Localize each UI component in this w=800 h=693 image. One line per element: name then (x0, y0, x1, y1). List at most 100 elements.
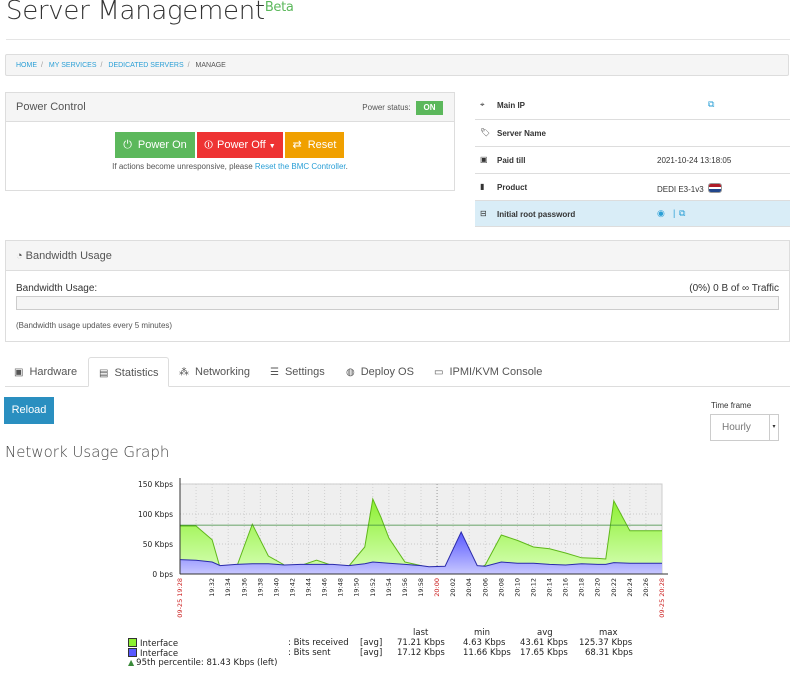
tab-settings[interactable]: ☰ Settings (270, 357, 325, 387)
x-tick-label: 19:32 (208, 578, 216, 597)
x-end-label: 09-25 20:28 (658, 578, 666, 618)
legend-col-min: min (474, 628, 491, 638)
x-tick-label: 19:40 (272, 578, 280, 597)
page-title: Server ManagementBeta (6, 0, 294, 26)
tab-networking[interactable]: ⁂ Networking (179, 357, 250, 387)
legend-col-last: last (413, 628, 429, 638)
x-tick-label: 20:18 (578, 578, 586, 597)
tab-deploy-os[interactable]: ◍ Deploy OS (346, 357, 414, 387)
bandwidth-note: (Bandwidth usage updates every 5 minutes… (16, 321, 173, 330)
breadcrumb-home[interactable]: HOME (16, 62, 37, 69)
x-tick-label: 20:02 (449, 578, 457, 597)
x-tick-label: 20:08 (497, 578, 505, 597)
legend-min-received: 4.63 Kbps (463, 638, 506, 648)
bandwidth-summary: (0%) 0 B of ∞ Traffic (689, 283, 779, 294)
triangle-icon: ▲ (128, 658, 135, 667)
x-tick-label: 19:52 (369, 578, 377, 597)
tab-hardware[interactable]: ▣ Hardware (14, 357, 77, 387)
legend-min-sent: 11.66 Kbps (463, 648, 511, 658)
bandwidth-title: Bandwidth Usage (25, 250, 112, 262)
legend-agg-sent: [avg] (360, 648, 383, 658)
select-arrow-icon: ▾ (769, 415, 778, 440)
network-icon: ⁂ (179, 367, 189, 378)
paid-till-value: 2021-10-24 13:18:05 (657, 156, 732, 165)
power-control-title: Power Control (16, 101, 86, 113)
x-tick-label: 20:06 (481, 578, 489, 597)
tag-icon: 🏷 (480, 128, 491, 137)
crosshair-icon: ⌖ (480, 100, 485, 109)
power-off-button[interactable]: ⏼ Power Off ▼ (197, 132, 283, 158)
power-status-label: Power status: (362, 103, 411, 112)
x-tick-label: 20:24 (626, 578, 634, 597)
reload-button[interactable]: Reload (4, 397, 54, 424)
legend-last-sent: 17.12 Kbps (397, 648, 445, 658)
x-tick-label: 19:54 (385, 578, 393, 597)
tab-ipmi-kvm-console[interactable]: ▭ IPMI/KVM Console (434, 357, 542, 387)
legend-percentile: ▲ 95th percentile: 81.43 Kbps (left) (128, 658, 278, 668)
bandwidth-header: ◔ Bandwidth Usage (6, 241, 789, 271)
reset-bmc-link[interactable]: Reset the BMC Controller (255, 162, 346, 171)
network-usage-chart: 0 bps 50 Kbps 100 Kbps 150 Kbps 09-25 19:28 1… (138, 478, 668, 618)
breadcrumb-current: MANAGE (195, 62, 226, 69)
x-tick-label: 20:14 (546, 578, 554, 597)
power-icon: ⏻ (123, 139, 132, 151)
product-label: Product (497, 183, 528, 192)
x-tick-label: 19:46 (321, 578, 329, 597)
copy-password-icon[interactable]: ⧉ (679, 208, 685, 219)
bandwidth-panel: ◔ Bandwidth Usage Bandwidth Usage: (0%) 0… (5, 240, 790, 342)
server-icon: ▮ (480, 182, 485, 191)
product-value: DEDI E3-1v3 (657, 183, 722, 194)
legend-avg-received: 43.61 Kbps (520, 638, 568, 648)
x-tick-label: 19:44 (305, 578, 313, 597)
main-ip-value (657, 100, 703, 109)
main-ip-row: ⌖ Main IP ⧉ (475, 92, 790, 119)
reset-button[interactable]: ⇄ Reset (285, 132, 344, 158)
y-tick-label: 100 Kbps (138, 510, 173, 519)
legend-desc-received: : Bits received (288, 638, 349, 648)
keypad-icon: ⊟ (480, 209, 487, 218)
y-tick-label: 150 Kbps (138, 480, 173, 489)
root-password-row: ⊟ Initial root password ◉ | ⧉ (475, 200, 790, 227)
legend-col-max: max (599, 628, 618, 638)
power-note: If actions become unresponsive, please R… (112, 162, 348, 171)
x-tick-label: 20:26 (642, 578, 650, 597)
root-password-label: Initial root password (497, 210, 576, 219)
globe-icon: ◍ (346, 367, 355, 378)
server-name-row: 🏷 Server Name (475, 119, 790, 146)
product-row: ▮ Product DEDI E3-1v3 (475, 173, 790, 200)
x-tick-label: 19:36 (240, 578, 248, 597)
tab-statistics[interactable]: ▤ Statistics (88, 357, 170, 387)
y-tick-label: 0 bps (152, 570, 173, 579)
power-on-button[interactable]: ⏻ Power On (115, 132, 195, 158)
x-tick-label: 20:12 (529, 578, 537, 597)
legend-swatch-received (128, 638, 137, 647)
divider (6, 39, 790, 40)
legend-desc-sent: : Bits sent (288, 648, 331, 658)
separator: | (673, 208, 676, 218)
legend-last-received: 71.21 Kbps (397, 638, 445, 648)
x-tick-label: 19:38 (256, 578, 264, 597)
breadcrumb: HOME / MY SERVICES / DEDICATED SERVERS / MA… (5, 54, 789, 76)
eye-icon[interactable]: ◉ (657, 208, 665, 219)
x-tick-label: 20:20 (594, 578, 602, 597)
x-tick-label: 19:42 (288, 578, 296, 597)
main-ip-label: Main IP (497, 101, 526, 110)
legend-avg-sent: 17.65 Kbps (520, 648, 568, 658)
timeframe-label: Time frame (711, 401, 752, 410)
bandwidth-label: Bandwidth Usage: (16, 283, 98, 294)
breadcrumb-my-services[interactable]: MY SERVICES (49, 62, 97, 69)
legend-agg-received: [avg] (360, 638, 383, 648)
copy-icon[interactable]: ⧉ (708, 99, 714, 110)
paid-till-row: ▣ Paid till 2021-10-24 13:18:05 (475, 146, 790, 173)
power-off-icon: ⏼ (204, 139, 213, 151)
breadcrumb-dedicated-servers[interactable]: DEDICATED SERVERS (108, 62, 183, 69)
paid-till-label: Paid till (497, 156, 526, 165)
y-tick-label: 50 Kbps (143, 540, 173, 549)
x-tick-label: 19:56 (401, 578, 409, 597)
chart-icon: ▤ (99, 368, 109, 379)
timeframe-select[interactable]: Hourly ▾ (710, 414, 779, 441)
beta-badge: Beta (264, 0, 294, 15)
sliders-icon: ☰ (270, 367, 279, 378)
console-icon: ▭ (434, 367, 444, 378)
power-status-badge: ON (416, 101, 443, 115)
